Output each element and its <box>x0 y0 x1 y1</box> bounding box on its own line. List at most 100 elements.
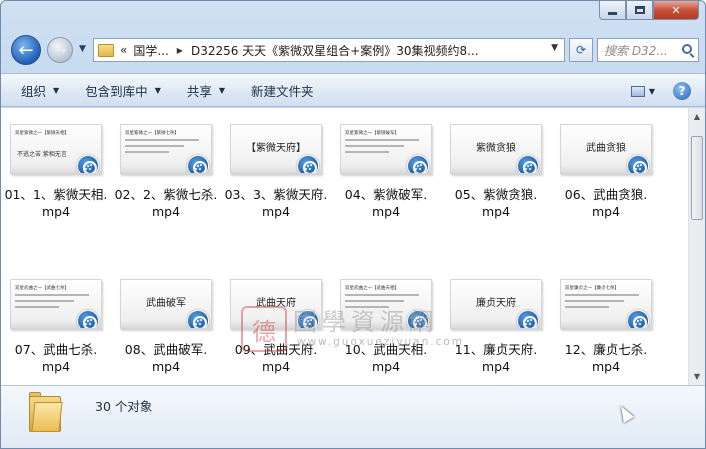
file-item[interactable]: 双星廉贞之一【廉贞七杀】 12、廉贞七杀. mp4 <box>551 279 661 375</box>
forward-button[interactable]: → <box>47 37 73 63</box>
file-name-line: 07、武曲七杀. <box>14 342 98 357</box>
scrollbar-thumb[interactable] <box>691 136 703 220</box>
breadcrumb-item[interactable]: D32256 天天《紫微双星组合+案例》30集视频约8... <box>191 42 479 59</box>
file-name-line: mp4 <box>591 359 621 374</box>
file-name-line: 08、武曲破军. <box>124 342 208 357</box>
thumbnail-header: 双星武曲之一【武曲七杀】 <box>15 286 69 291</box>
thumbnail-title: 廉贞天府 <box>476 298 516 309</box>
scroll-up-icon[interactable]: ▲ <box>692 112 702 121</box>
include-in-library-label: 包含到库中 <box>85 83 148 99</box>
file-item[interactable]: 双星紫微之一【紫微天相】 不逃之苦 紫相无言 01、1、紫微天相. mp4 <box>1 124 111 220</box>
video-thumbnail: 武曲天府 <box>230 279 322 329</box>
thumbnail-title: 紫微贪狼 <box>476 143 516 154</box>
thumbnail-title: 武曲破军 <box>146 298 186 309</box>
vertical-scrollbar[interactable]: ▲ ▼ <box>688 108 705 385</box>
address-dropdown-icon[interactable]: ▼ <box>551 43 558 53</box>
address-bar[interactable]: « 国学... ▶ D32256 天天《紫微双星组合+案例》30集视频约8...… <box>93 38 565 62</box>
close-button[interactable]: ✕ <box>653 1 699 20</box>
video-thumbnail: 双星武曲之一【武曲天相】 <box>340 279 432 329</box>
command-bar: 组织 ▼ 包含到库中 ▼ 共享 ▼ 新建文件夹 ▼ ? <box>1 73 705 107</box>
video-thumbnail: 廉贞天府 <box>450 279 542 329</box>
file-list[interactable]: 双星紫微之一【紫微天相】 不逃之苦 紫相无言 01、1、紫微天相. mp4 双星紫微之一… <box>1 108 689 385</box>
video-file-icon <box>627 310 649 328</box>
file-item[interactable]: 双星武曲之一【武曲天相】 10、武曲天相. mp4 <box>331 279 441 375</box>
file-name: 07、武曲七杀. mp4 <box>1 341 111 375</box>
file-name-line: 04、紫微破军. <box>344 187 428 202</box>
video-file-icon <box>407 310 429 328</box>
search-input[interactable]: 搜索 D32... <box>597 38 699 62</box>
search-icon[interactable] <box>682 44 692 54</box>
video-file-icon <box>627 155 649 173</box>
chevron-down-icon: ▼ <box>154 85 161 95</box>
item-count: 30 个对象 <box>95 399 153 414</box>
details-pane: 30 个对象 <box>1 385 705 448</box>
video-thumbnail: 双星廉贞之一【廉贞七杀】 <box>560 279 652 329</box>
file-name-line: mp4 <box>261 204 291 219</box>
back-button[interactable]: ← <box>11 35 41 65</box>
new-folder-label: 新建文件夹 <box>251 83 314 99</box>
file-item[interactable]: 紫微贪狼 05、紫微贪狼. mp4 <box>441 124 551 220</box>
file-item[interactable]: 双星武曲之一【武曲七杀】 07、武曲七杀. mp4 <box>1 279 111 375</box>
minimize-icon <box>608 11 617 15</box>
file-name-line: mp4 <box>151 359 181 374</box>
thumbnail-header: 双星紫微之一【紫微破军】 <box>345 131 399 136</box>
thumbnail-subtitle: 不逃之苦 紫相无言 <box>17 151 67 158</box>
file-name-line: 03、3、紫微天府. <box>224 187 328 202</box>
file-name-line: mp4 <box>371 359 401 374</box>
thumbnail-header: 双星武曲之一【武曲天相】 <box>345 286 399 291</box>
file-name: 09、武曲天府. mp4 <box>221 341 331 375</box>
file-item[interactable]: 武曲破军 08、武曲破军. mp4 <box>111 279 221 375</box>
video-file-icon <box>77 155 99 173</box>
video-file-icon <box>407 155 429 173</box>
view-options-icon[interactable] <box>630 85 645 97</box>
breadcrumb-overflow[interactable]: « <box>120 43 127 57</box>
recent-pages-dropdown[interactable]: ▼ <box>79 44 86 54</box>
folder-icon <box>29 392 63 432</box>
file-name-line: 09、武曲天府. <box>234 342 318 357</box>
file-item[interactable]: 双星紫微之一【紫微破军】 04、紫微破军. mp4 <box>331 124 441 220</box>
refresh-button[interactable]: ⟳ <box>569 38 593 62</box>
maximize-icon <box>634 6 645 14</box>
share-menu[interactable]: 共享 ▼ <box>187 81 225 100</box>
file-name-line: mp4 <box>41 359 71 374</box>
back-arrow-icon: ← <box>18 39 34 61</box>
file-name-line: 10、武曲天相. <box>344 342 428 357</box>
search-placeholder: 搜索 D32... <box>604 43 668 58</box>
file-name-line: 01、1、紫微天相. <box>4 187 108 202</box>
scroll-down-icon[interactable]: ▼ <box>692 372 702 381</box>
breadcrumb-item[interactable]: 国学... <box>133 42 168 59</box>
file-name: 02、2、紫微七杀. mp4 <box>111 186 221 220</box>
organize-menu[interactable]: 组织 ▼ <box>21 81 59 100</box>
video-file-icon <box>297 310 319 328</box>
view-dropdown-icon[interactable]: ▼ <box>649 87 655 96</box>
refresh-icon: ⟳ <box>575 43 587 57</box>
organize-label: 组织 <box>21 83 47 99</box>
file-item[interactable]: 武曲贪狼 06、武曲贪狼. mp4 <box>551 124 661 220</box>
video-thumbnail: 武曲破军 <box>120 279 212 329</box>
file-name-line: mp4 <box>591 204 621 219</box>
forward-arrow-icon: → <box>53 41 67 59</box>
video-thumbnail: 【紫微天府】 <box>230 124 322 174</box>
file-name-line: mp4 <box>151 204 181 219</box>
file-item[interactable]: 武曲天府 09、武曲天府. mp4 <box>221 279 331 375</box>
help-icon[interactable]: ? <box>673 82 691 100</box>
file-name: 03、3、紫微天府. mp4 <box>221 186 331 220</box>
file-name: 12、廉贞七杀. mp4 <box>551 341 661 375</box>
maximize-button[interactable] <box>626 1 653 20</box>
file-name: 06、武曲贪狼. mp4 <box>551 186 661 220</box>
file-name-line: mp4 <box>41 204 71 219</box>
video-thumbnail: 双星紫微之一【紫微破军】 <box>340 124 432 174</box>
file-item[interactable]: 双星紫微之一【紫微七杀】 02、2、紫微七杀. mp4 <box>111 124 221 220</box>
file-name: 08、武曲破军. mp4 <box>111 341 221 375</box>
thumbnail-header: 双星廉贞之一【廉贞七杀】 <box>565 286 619 291</box>
file-item[interactable]: 廉贞天府 11、廉贞天府. mp4 <box>441 279 551 375</box>
thumbnail-title: 武曲天府 <box>256 298 296 309</box>
video-file-icon <box>517 310 539 328</box>
minimize-button[interactable] <box>599 1 626 20</box>
new-folder-button[interactable]: 新建文件夹 <box>251 81 314 100</box>
file-name: 10、武曲天相. mp4 <box>331 341 441 375</box>
thumbnail-title: 【紫微天府】 <box>246 143 306 154</box>
file-item[interactable]: 【紫微天府】 03、3、紫微天府. mp4 <box>221 124 331 220</box>
breadcrumb-separator-icon[interactable]: ▶ <box>177 46 183 55</box>
include-in-library-menu[interactable]: 包含到库中 ▼ <box>85 81 161 100</box>
